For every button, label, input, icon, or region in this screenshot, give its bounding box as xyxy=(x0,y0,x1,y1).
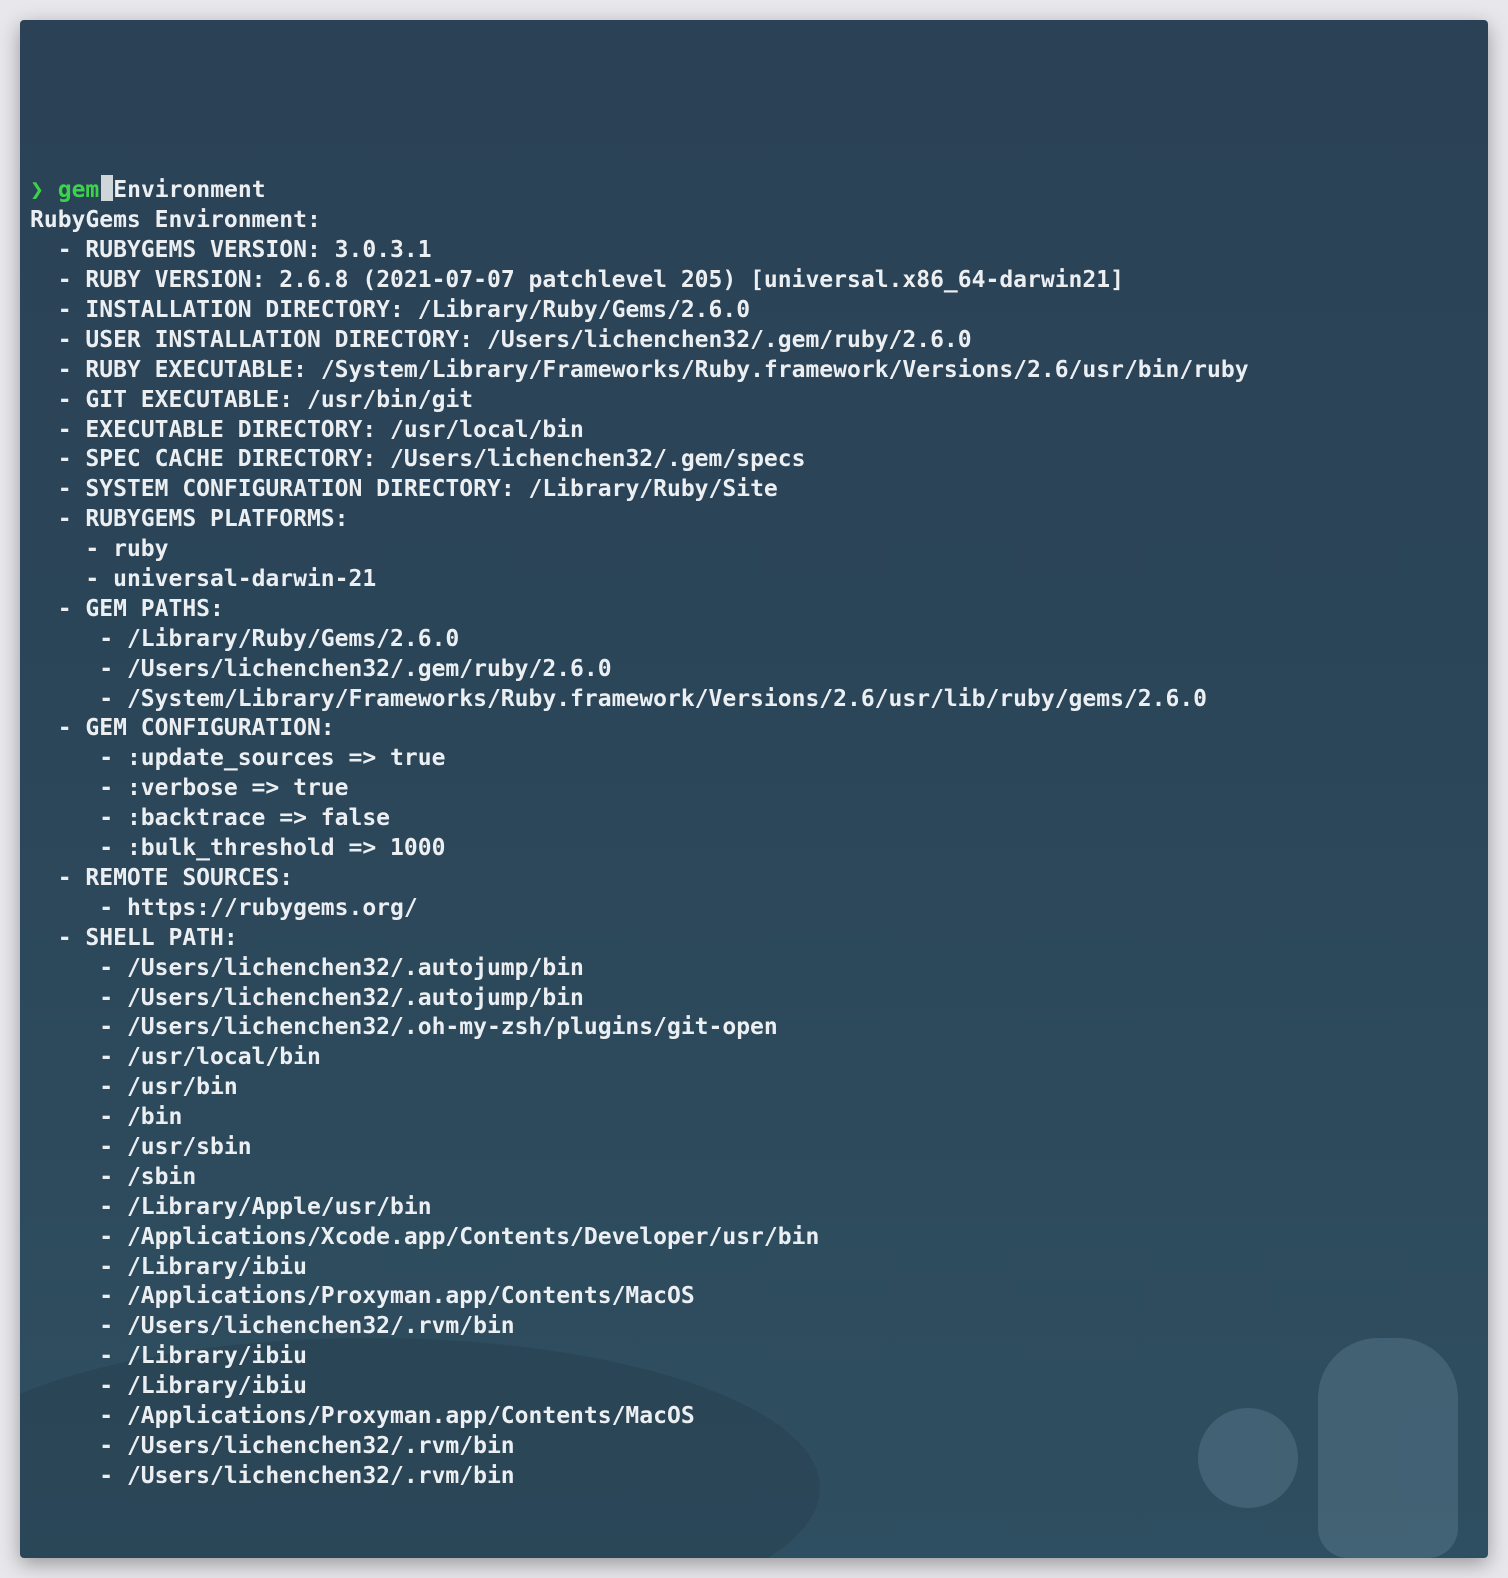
kv-value: 3.0.3.1 xyxy=(335,237,432,263)
kv-value: /Library/Ruby/Gems/2.6.0 xyxy=(418,297,750,323)
kv-label: SPEC CACHE DIRECTORY xyxy=(85,446,362,472)
list-item: :bulk_threshold => 1000 xyxy=(127,835,446,861)
kv-value: /System/Library/Frameworks/Ruby.framewor… xyxy=(321,357,1249,383)
prompt-arg: Environment xyxy=(113,177,265,203)
list-item: /Library/Apple/usr/bin xyxy=(127,1194,432,1220)
list-item: /System/Library/Frameworks/Ruby.framewor… xyxy=(127,686,1207,712)
list-item: :verbose => true xyxy=(127,775,349,801)
list-item: /Users/lichenchen32/.gem/ruby/2.6.0 xyxy=(127,656,612,682)
list-item: /Library/ibiu xyxy=(127,1254,307,1280)
list-item: /Applications/Proxyman.app/Contents/MacO… xyxy=(127,1283,695,1309)
kv-value: /usr/local/bin xyxy=(390,417,584,443)
list-item: /Applications/Xcode.app/Contents/Develop… xyxy=(127,1224,819,1250)
list-item: /Users/lichenchen32/.oh-my-zsh/plugins/g… xyxy=(127,1014,778,1040)
kv-label: GIT EXECUTABLE xyxy=(85,387,279,413)
list-item: :update_sources => true xyxy=(127,745,446,771)
kv-label: RUBY EXECUTABLE xyxy=(85,357,293,383)
kv-label: INSTALLATION DIRECTORY xyxy=(85,297,390,323)
kv-label: SYSTEM CONFIGURATION DIRECTORY xyxy=(85,476,500,502)
list-item: /Users/lichenchen32/.autojump/bin xyxy=(127,955,584,981)
section-label: GEM CONFIGURATION xyxy=(85,715,320,741)
list-item: /usr/sbin xyxy=(127,1134,252,1160)
list-item: ruby xyxy=(113,536,168,562)
list-item: /Users/lichenchen32/.rvm/bin xyxy=(127,1463,515,1489)
section-label: SHELL PATH xyxy=(85,925,223,951)
list-item: universal-darwin-21 xyxy=(113,566,376,592)
kv-value: /Users/lichenchen32/.gem/ruby/2.6.0 xyxy=(487,327,972,353)
kv-value: /Users/lichenchen32/.gem/specs xyxy=(390,446,805,472)
kv-label: USER INSTALLATION DIRECTORY xyxy=(85,327,459,353)
kv-value: /usr/bin/git xyxy=(307,387,473,413)
list-item: :backtrace => false xyxy=(127,805,390,831)
kv-label: RUBYGEMS VERSION xyxy=(85,237,307,263)
prompt-caret: ❯ xyxy=(30,177,44,203)
terminal-window[interactable]: ❯ gemEnvironment RubyGems Environment: -… xyxy=(20,20,1488,1558)
list-item: /bin xyxy=(127,1104,182,1130)
kv-value: 2.6.8 (2021-07-07 patchlevel 205) [unive… xyxy=(279,267,1124,293)
list-item: /Users/lichenchen32/.rvm/bin xyxy=(127,1433,515,1459)
section-label: REMOTE SOURCES xyxy=(85,865,279,891)
list-item: /usr/local/bin xyxy=(127,1044,321,1070)
kv-label: EXECUTABLE DIRECTORY xyxy=(85,417,362,443)
prompt-command: gem xyxy=(58,177,100,203)
kv-value: /Library/Ruby/Site xyxy=(529,476,778,502)
kv-label: RUBY VERSION xyxy=(85,267,251,293)
list-item: /Library/Ruby/Gems/2.6.0 xyxy=(127,626,459,652)
list-item: /usr/bin xyxy=(127,1074,238,1100)
list-item: /Users/lichenchen32/.rvm/bin xyxy=(127,1313,515,1339)
section-label: GEM PATHS xyxy=(85,596,210,622)
text-cursor xyxy=(101,175,113,201)
list-item: /sbin xyxy=(127,1164,196,1190)
section-label: RUBYGEMS PLATFORMS xyxy=(85,506,334,532)
list-item: /Applications/Proxyman.app/Contents/MacO… xyxy=(127,1403,695,1429)
list-item: https://rubygems.org/ xyxy=(127,895,418,921)
list-item: /Users/lichenchen32/.autojump/bin xyxy=(127,985,584,1011)
list-item: /Library/ibiu xyxy=(127,1373,307,1399)
output-header: RubyGems Environment: xyxy=(30,207,321,233)
list-item: /Library/ibiu xyxy=(127,1343,307,1369)
terminal-content: ❯ gemEnvironment RubyGems Environment: -… xyxy=(30,175,1478,1491)
